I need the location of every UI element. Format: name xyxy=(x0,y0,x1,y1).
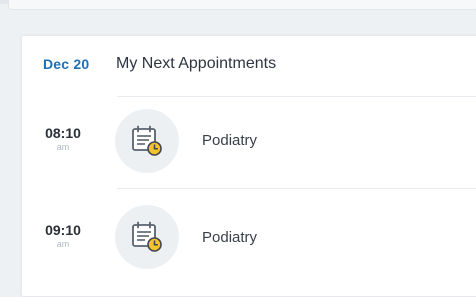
row-divider xyxy=(117,96,476,97)
appointment-row[interactable]: 09:10 am Podiatry xyxy=(22,188,476,282)
appointment-time: 08:10 am xyxy=(40,125,86,152)
appointment-name: Podiatry xyxy=(202,132,258,149)
appointments-card: Dec 20 My Next Appointments 08:10 am Pod… xyxy=(21,35,476,297)
appointment-time-value: 08:10 xyxy=(45,125,81,141)
calendar-clock-icon xyxy=(132,125,162,156)
header-date: Dec 20 xyxy=(43,56,90,72)
calendar-clock-icon xyxy=(132,221,162,252)
appointment-time-value: 09:10 xyxy=(45,222,81,238)
appointment-icon-circle xyxy=(115,205,179,269)
appointment-row[interactable]: 08:10 am Podiatry xyxy=(22,96,476,190)
appointment-name: Podiatry xyxy=(202,229,258,246)
appointment-time-ampm: am xyxy=(56,239,70,249)
card-header: Dec 20 My Next Appointments xyxy=(22,36,476,96)
previous-card-edge xyxy=(8,0,476,10)
appointment-time: 09:10 am xyxy=(40,222,86,249)
row-divider xyxy=(117,188,476,189)
appointment-time-ampm: am xyxy=(56,142,70,152)
card-title: My Next Appointments xyxy=(116,55,277,72)
appointment-icon-circle xyxy=(115,109,179,173)
